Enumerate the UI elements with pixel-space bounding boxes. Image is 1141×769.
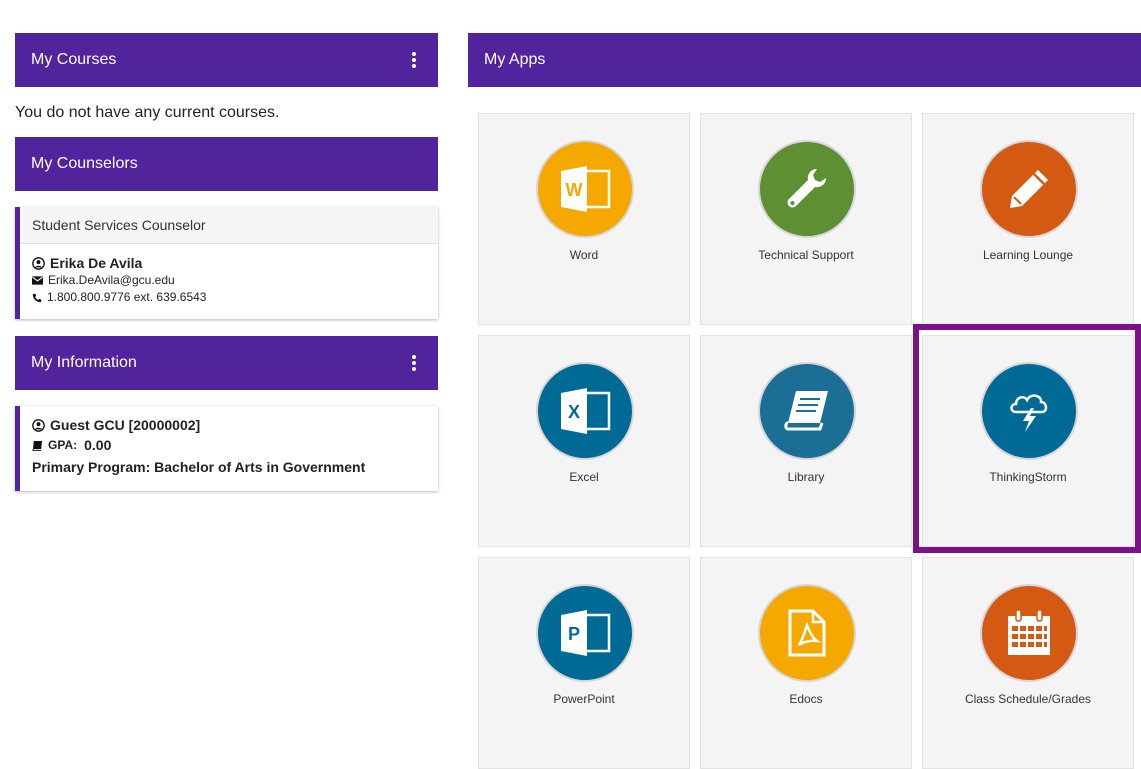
pencil-icon bbox=[1010, 170, 1048, 208]
my-information-header: My Information bbox=[15, 336, 438, 390]
svg-text:W: W bbox=[566, 180, 583, 200]
app-tile-class-schedule-grades[interactable]: Class Schedule/Grades bbox=[922, 557, 1134, 769]
app-label: Word bbox=[569, 248, 599, 262]
pdf-icon bbox=[788, 609, 826, 657]
app-label: Technical Support bbox=[758, 248, 854, 262]
my-apps-header: My Apps bbox=[468, 33, 1141, 87]
my-courses-title: My Courses bbox=[31, 51, 117, 68]
courses-menu-icon[interactable] bbox=[412, 52, 416, 68]
primary-program: Primary Program: Bachelor of Arts in Gov… bbox=[32, 459, 366, 475]
student-name: Guest GCU [20000002] bbox=[50, 417, 201, 433]
wrench-icon bbox=[787, 169, 826, 208]
user-circle-icon bbox=[32, 257, 45, 270]
app-icon-circle: W bbox=[536, 140, 634, 238]
excel-icon: X bbox=[561, 388, 611, 434]
app-tile-word[interactable]: W Word bbox=[478, 113, 690, 325]
phone-icon bbox=[32, 293, 42, 302]
app-tile-edocs[interactable]: Edocs bbox=[700, 557, 912, 769]
calendar-icon bbox=[1008, 609, 1050, 655]
information-menu-icon[interactable] bbox=[412, 355, 416, 371]
app-tile-library[interactable]: Library bbox=[700, 335, 912, 547]
app-label: Excel bbox=[569, 470, 599, 484]
svg-text:X: X bbox=[568, 402, 580, 422]
my-counselors-title: My Counselors bbox=[31, 155, 138, 172]
app-label: Learning Lounge bbox=[982, 248, 1074, 262]
counselor-card: Student Services Counselor Erika De Avil… bbox=[15, 207, 438, 319]
svg-text:P: P bbox=[568, 624, 580, 644]
app-label: Edocs bbox=[789, 692, 823, 706]
my-counselors-header: My Counselors bbox=[15, 137, 438, 191]
app-tile-powerpoint[interactable]: P PowerPoint bbox=[478, 557, 690, 769]
gpa-value: 0.00 bbox=[84, 437, 112, 453]
app-tile-thinkingstorm[interactable]: ThinkingStorm bbox=[922, 335, 1134, 547]
counselor-name: Erika De Avila bbox=[50, 255, 143, 271]
user-circle-icon bbox=[32, 419, 45, 432]
app-label: Class Schedule/Grades bbox=[964, 692, 1092, 706]
app-label: ThinkingStorm bbox=[989, 470, 1067, 484]
my-courses-header: My Courses bbox=[15, 33, 438, 87]
gpa-label: GPA: bbox=[48, 438, 78, 452]
my-apps-title: My Apps bbox=[484, 51, 546, 68]
book-icon bbox=[784, 391, 828, 431]
storm-cloud-icon bbox=[1010, 394, 1048, 432]
no-courses-message: You do not have any current courses. bbox=[15, 104, 280, 121]
counselor-role: Student Services Counselor bbox=[20, 207, 438, 244]
powerpoint-icon: P bbox=[561, 610, 611, 656]
app-label: PowerPoint bbox=[553, 692, 615, 706]
app-tile-technical-support[interactable]: Technical Support bbox=[700, 113, 912, 325]
counselor-email[interactable]: Erika.DeAvila@gcu.edu bbox=[48, 272, 175, 289]
counselor-phone: 1.800.800.9776 ext. 639.6543 bbox=[47, 290, 207, 304]
app-label: Library bbox=[787, 470, 825, 484]
app-tile-learning-lounge[interactable]: Learning Lounge bbox=[922, 113, 1134, 325]
book-icon bbox=[32, 440, 43, 451]
word-icon: W bbox=[561, 166, 611, 212]
my-information-title: My Information bbox=[31, 354, 137, 371]
envelope-icon bbox=[32, 276, 43, 285]
information-card: Guest GCU [20000002] GPA: 0.00 Primary P… bbox=[15, 406, 438, 491]
app-tile-excel[interactable]: X Excel bbox=[478, 335, 690, 547]
